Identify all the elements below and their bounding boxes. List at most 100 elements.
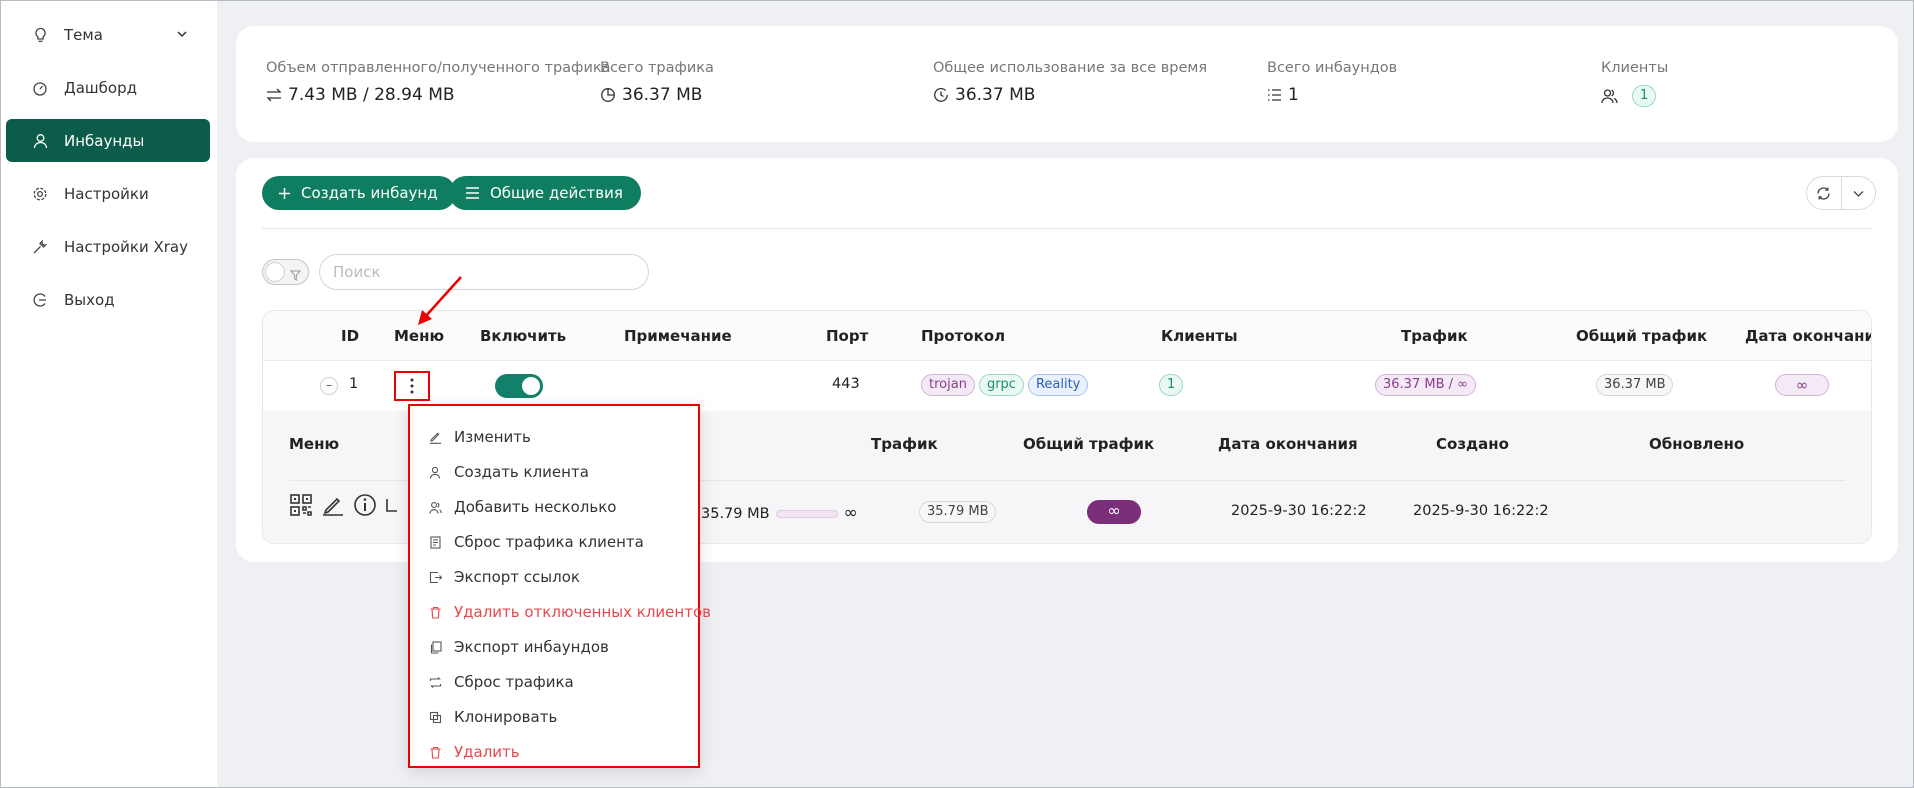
traffic-limit: ∞: [843, 503, 858, 523]
menu-item-label: Экспорт ссылок: [454, 568, 580, 586]
client-updated: 2025-9-30 16:22:2: [1413, 503, 1549, 519]
sidebar-item-dashboard[interactable]: Дашборд: [6, 66, 210, 109]
menu-item-reset-traffic[interactable]: Сброс трафика: [428, 669, 574, 695]
divider: [262, 228, 1872, 229]
plus-icon: [279, 187, 290, 199]
stat-label: Всего трафика: [600, 60, 714, 76]
pie-chart-icon: [601, 88, 615, 102]
traffic-badge: 36.37 MB / ∞: [1375, 374, 1476, 396]
menu-item-edit[interactable]: Изменить: [428, 424, 531, 450]
clients-badge: 1: [1159, 374, 1184, 396]
clients-count-badge: 1: [1632, 85, 1657, 107]
retweet-icon[interactable]: [385, 493, 399, 517]
sidebar-item-label: Тема: [64, 25, 103, 44]
info-icon[interactable]: [353, 493, 377, 517]
block-icon: [428, 710, 442, 724]
column-header-traffic: Трафик: [1401, 327, 1468, 345]
menu-item-create-client[interactable]: Создать клиента: [428, 459, 589, 485]
column-header-updated: Обновлено: [1649, 435, 1745, 453]
total-traffic-badge: 36.37 MB: [1596, 374, 1674, 396]
column-header-total-traffic: Общий трафик: [1576, 327, 1708, 345]
stat-value: 1: [1267, 85, 1397, 105]
menu-item-delete-disabled-clients[interactable]: Удалить отключенных клиентов: [428, 599, 711, 625]
enable-switch[interactable]: [495, 374, 543, 398]
trash-icon: [428, 605, 442, 619]
stat-value-text: 1: [1288, 85, 1299, 105]
refresh-options-dropdown[interactable]: [1842, 177, 1876, 209]
menu-item-label: Добавить несколько: [454, 498, 617, 516]
menu-item-reset-client-traffic[interactable]: Сброс трафика клиента: [428, 529, 644, 555]
history-icon: [934, 88, 948, 102]
qrcode-icon[interactable]: [289, 493, 313, 517]
search-input[interactable]: Поиск: [319, 254, 649, 290]
sidebar-item-theme[interactable]: Тема: [6, 13, 210, 56]
menu-item-label: Удалить отключенных клиентов: [454, 603, 711, 621]
menu-item-label: Сброс трафика клиента: [454, 533, 644, 551]
menu-item-label: Создать клиента: [454, 463, 589, 481]
row-menu-button[interactable]: [394, 371, 430, 401]
filter-toggle[interactable]: [262, 259, 309, 285]
sidebar-item-settings[interactable]: Настройки: [6, 172, 210, 215]
column-header-port: Порт: [826, 327, 869, 345]
sidebar-item-inbounds[interactable]: Инбаунды: [6, 119, 210, 162]
stat-label: Клиенты: [1601, 60, 1669, 76]
column-header-menu: Меню: [289, 435, 340, 453]
users-add-icon: [428, 500, 442, 514]
list-icon: [1268, 89, 1281, 101]
sidebar: Тема Дашборд Инбаунды Настройки Настройк…: [1, 1, 217, 787]
menu-item-label: Сброс трафика: [454, 673, 574, 691]
refresh-button-group: [1806, 176, 1876, 210]
collapse-row-button[interactable]: –: [320, 377, 338, 395]
expiry-badge: ∞: [1775, 374, 1829, 396]
file-reset-icon: [428, 535, 442, 549]
menu-item-add-bulk[interactable]: Добавить несколько: [428, 494, 616, 520]
chevron-down-icon: [1853, 190, 1864, 197]
traffic-progress-bar: [775, 510, 838, 518]
stat-value: 36.37 MB: [600, 85, 714, 105]
menu-item-label: Экспорт инбаундов: [454, 638, 609, 656]
table-header: ID Меню Включить Примечание Порт Протоко…: [263, 311, 1871, 361]
export-icon: [428, 570, 442, 584]
more-vertical-icon: [410, 378, 414, 394]
create-inbound-button[interactable]: Создать инбаунд: [262, 176, 456, 210]
column-header-protocol: Протокол: [921, 327, 1006, 345]
swap-icon: [266, 88, 282, 102]
column-header-enable: Включить: [480, 327, 567, 345]
client-created: 2025-9-30 16:22:2: [1231, 503, 1367, 519]
sidebar-item-logout[interactable]: Выход: [6, 278, 210, 321]
general-actions-button[interactable]: Общие действия: [449, 176, 641, 210]
switch-knob: [522, 377, 540, 395]
menu-item-export-inbounds[interactable]: Экспорт инбаундов: [428, 634, 609, 660]
column-header-remark: Примечание: [624, 327, 732, 345]
inbound-context-menu: Изменить Создать клиента Добавить нескол…: [408, 404, 711, 768]
button-label: Создать инбаунд: [301, 184, 438, 202]
bulb-icon: [32, 27, 48, 43]
stat-value-text: 7.43 MB / 28.94 MB: [288, 85, 455, 105]
dashboard-icon: [32, 80, 48, 96]
refresh-button[interactable]: [1807, 177, 1842, 209]
column-header-traffic: Трафик: [871, 435, 938, 453]
user-add-icon: [428, 465, 442, 479]
menu-item-export-links[interactable]: Экспорт ссылок: [428, 564, 580, 590]
stat-traffic: Объем отправленного/полученного трафика …: [266, 60, 611, 105]
stats-card: Объем отправленного/полученного трафика …: [236, 26, 1898, 142]
sidebar-item-xray-settings[interactable]: Настройки Xray: [6, 225, 210, 268]
edit-icon[interactable]: [321, 493, 345, 517]
stat-value: 1: [1601, 85, 1668, 107]
toggle-knob: [265, 262, 285, 282]
retweet-icon: [428, 675, 442, 689]
menu-item-label: Удалить: [454, 743, 520, 761]
stat-label: Объем отправленного/полученного трафика: [266, 60, 611, 76]
row-id: 1: [349, 376, 359, 392]
button-label: Общие действия: [490, 184, 623, 202]
sidebar-item-label: Настройки: [64, 184, 149, 203]
menu-item-label: Клонировать: [454, 708, 558, 726]
menu-item-delete[interactable]: Удалить: [428, 739, 520, 765]
sidebar-item-label: Выход: [64, 290, 115, 309]
menu-item-clone[interactable]: Клонировать: [428, 704, 557, 730]
row-expiry: ∞: [1775, 374, 1829, 396]
annotation-arrow: [418, 276, 462, 325]
menu-item-label: Изменить: [454, 428, 531, 446]
stat-label: Всего инбаундов: [1267, 60, 1398, 76]
client-traffic: 35.79 MB ∞: [701, 503, 858, 523]
